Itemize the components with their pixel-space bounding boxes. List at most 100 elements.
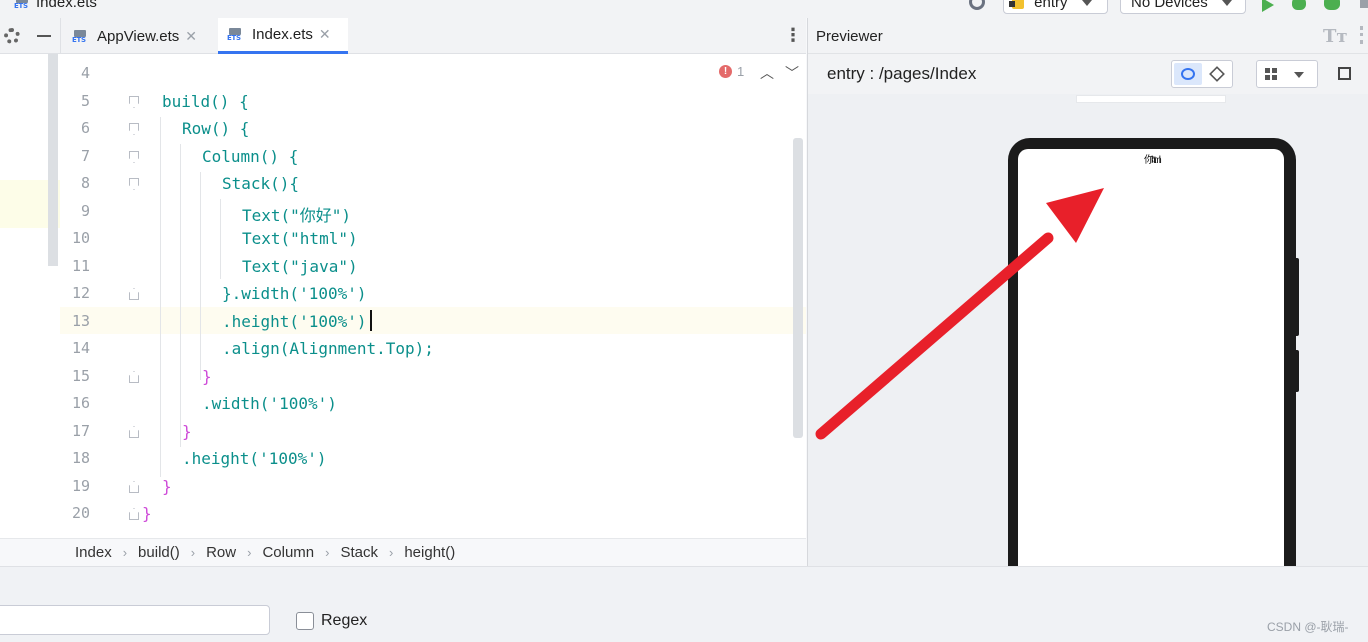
annotation-arrow (815, 188, 1104, 440)
fold-marker[interactable] (129, 508, 139, 520)
code-line: Text("html") (242, 229, 358, 248)
chevron-down-icon[interactable]: ﹀ (785, 63, 799, 83)
breadcrumb-item[interactable]: Index (75, 544, 112, 561)
code-line: } (202, 367, 212, 386)
editor-tab-bar: ETS AppView.ets ✕ ETS Index.ets ✕ ⋮ (0, 18, 806, 54)
device-label: No Devices (1131, 0, 1208, 11)
line-number: 18 (71, 449, 90, 467)
line-number: 5 (80, 92, 90, 110)
project-panel-edge (0, 54, 60, 538)
chevron-right-icon: › (122, 545, 128, 560)
breadcrumb-item[interactable]: Column (262, 544, 314, 561)
regex-checkbox[interactable] (296, 612, 314, 630)
fold-marker[interactable] (129, 178, 139, 190)
code-line: build() { (162, 92, 249, 111)
tab-appview[interactable]: ETS AppView.ets ✕ (72, 18, 212, 54)
code-line: }.width('100%') (222, 284, 367, 303)
line-number: 15 (71, 367, 90, 385)
error-count: 1 (737, 64, 745, 79)
fold-marker[interactable] (129, 123, 139, 135)
tab-index[interactable]: ETS Index.ets ✕ (218, 18, 348, 54)
minimize-icon[interactable] (37, 35, 51, 37)
watermark: CSDN @-耿瑞- (1267, 620, 1349, 634)
breadcrumb: Index › build() › Row › Column › Stack › heig… (62, 538, 806, 566)
fold-marker[interactable] (129, 426, 139, 438)
chevron-right-icon: › (325, 545, 330, 560)
ets-file-icon: ETS (227, 28, 243, 42)
ets-file-icon: ETS (14, 0, 30, 10)
code-line: .height('100%') (182, 449, 327, 468)
line-number: 20 (71, 504, 90, 522)
line-number: 17 (71, 422, 90, 440)
code-line: } (142, 504, 152, 523)
error-icon[interactable]: ! (719, 65, 732, 78)
fold-marker[interactable] (129, 481, 139, 493)
previewer-panel: Previewer Tт entry : /pages/Index 你html (807, 18, 1368, 566)
line-number: 13 (71, 312, 90, 330)
module-icon (1009, 0, 1024, 10)
indent-guide (180, 144, 181, 447)
indent-guide (220, 199, 221, 279)
divider (60, 18, 61, 54)
chevron-up-icon[interactable]: ︿ (760, 63, 774, 83)
scrollbar[interactable] (48, 54, 58, 266)
text-cursor (370, 310, 372, 331)
run-icon[interactable] (1262, 0, 1274, 12)
breadcrumb-item[interactable]: Stack (340, 544, 378, 561)
breadcrumb-item[interactable]: Row (206, 544, 236, 561)
tab-label: Index.ets (252, 26, 313, 43)
device-dropdown[interactable]: No Devices (1120, 0, 1246, 14)
arrow-shaft (815, 232, 1054, 440)
code-line: Text("java") (242, 257, 358, 276)
run-config-dropdown[interactable]: entry (1003, 0, 1108, 14)
close-icon[interactable]: ✕ (185, 28, 197, 45)
fold-marker[interactable] (129, 288, 139, 300)
breadcrumb-item[interactable]: build() (138, 544, 180, 561)
code-line: Row() { (182, 119, 250, 138)
line-number: 4 (80, 64, 90, 82)
code-line: } (182, 422, 192, 441)
chevron-right-icon: › (190, 545, 196, 560)
line-number: 7 (80, 147, 90, 165)
editor-scrollbar[interactable] (793, 138, 803, 438)
window-file-title: Index.ets (36, 0, 97, 11)
breadcrumb-item[interactable]: height() (404, 544, 455, 561)
code-line: .align(Alignment.Top); (222, 339, 434, 358)
line-number: 19 (71, 477, 90, 495)
line-number: 12 (71, 284, 90, 302)
tab-actions-icon[interactable]: ⋮ (784, 26, 802, 44)
breadcrumb-gutter (0, 538, 62, 566)
fold-marker[interactable] (129, 151, 139, 163)
fold-marker[interactable] (129, 371, 139, 383)
code-line: .width('100%') (202, 394, 337, 413)
search-input[interactable] (0, 605, 270, 635)
chevron-down-icon (1221, 0, 1232, 7)
run-config-label: entry (1034, 0, 1068, 11)
fold-marker[interactable] (129, 96, 139, 108)
line-number: 11 (71, 257, 90, 275)
indent-guide (200, 172, 201, 380)
ets-file-icon: ETS (72, 29, 88, 44)
chevron-right-icon: › (247, 545, 252, 560)
line-number: 16 (71, 394, 90, 412)
line-number: 9 (80, 202, 90, 220)
chevron-right-icon: › (388, 545, 394, 560)
settings-icon[interactable] (969, 0, 985, 10)
chevron-down-icon (1081, 0, 1092, 7)
line-number: 8 (80, 174, 90, 192)
code-line: Text("你好") (242, 206, 352, 225)
regex-label: Regex (321, 612, 368, 629)
more-icon[interactable] (1360, 0, 1368, 8)
line-number: 6 (80, 119, 90, 137)
attach-debugger-icon[interactable] (1324, 0, 1340, 10)
close-icon[interactable]: ✕ (319, 26, 331, 43)
line-number: 10 (71, 229, 90, 247)
debug-icon[interactable] (1292, 0, 1306, 10)
code-editor[interactable]: 4 5 6 7 8 9 10 11 12 13 14 15 16 17 18 1… (0, 54, 806, 538)
gear-icon[interactable] (4, 28, 20, 44)
code-line: } (162, 477, 172, 496)
indent-guide (160, 117, 161, 477)
find-bar: Regex CSDN @-耿瑞- (0, 566, 1368, 642)
code-line: .height('100%') (222, 312, 367, 331)
line-number: 14 (71, 339, 90, 357)
